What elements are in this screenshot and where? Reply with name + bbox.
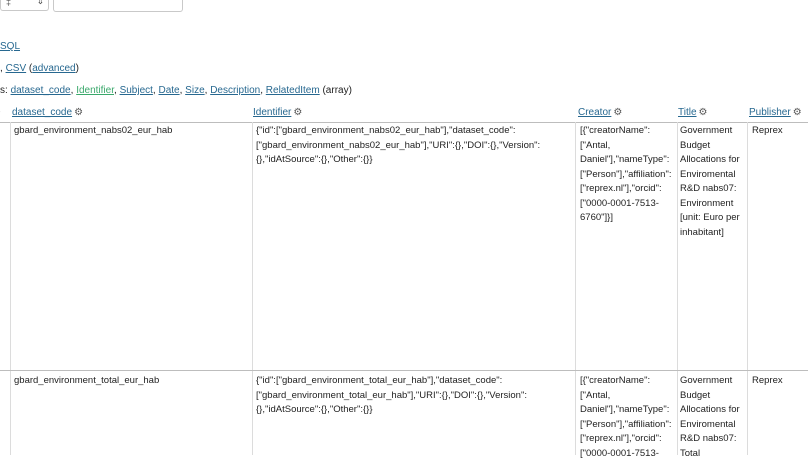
gear-icon[interactable]: ⚙ [74,107,83,118]
column-divider [252,122,253,455]
columns-suffix: (array) [319,85,352,96]
expand-columns-line: s: dataset_code, Identifier, Subject, Da… [0,85,352,96]
column-link-relateditem[interactable]: RelatedItem [266,85,320,96]
csv-link[interactable]: CSV [6,63,27,74]
column-link-size[interactable]: Size [185,85,204,96]
cell-creator: [{"creatorName":["Antal, Daniel"],"nameT… [580,125,672,223]
header-creator[interactable]: Creator ⚙ [578,106,622,120]
columns-prefix: s: [0,85,11,96]
gear-icon[interactable]: ⚙ [293,107,302,118]
cell-publisher: Reprex [752,375,783,386]
column-divider [575,122,576,455]
advanced-link[interactable]: advanced [32,63,75,74]
cell-identifier: {"id":["gbard_environment_nabs02_eur_hab… [256,125,541,165]
column-link-date[interactable]: Date [158,85,179,96]
header-dataset-code[interactable]: dataset_code ⚙ [12,106,83,120]
chevron-updown-icon: ⇕ [36,0,44,6]
cell-dataset-code: gbard_environment_nabs02_eur_hab [14,125,173,136]
column-link-subject[interactable]: Subject [120,85,153,96]
gear-icon[interactable]: ⚙ [699,107,708,118]
header-title[interactable]: Title ⚙ [678,106,708,120]
cell-creator: [{"creatorName":["Antal, Daniel"],"nameT… [580,375,672,459]
advanced-close: ) [75,63,79,74]
filter-input[interactable] [53,0,183,12]
table-header: • dataset_code⚙ Identifier⚙ Creator⚙ Tit… [0,104,808,123]
cell-publisher: Reprex [752,125,783,136]
cell-identifier: {"id":["gbard_environment_total_eur_hab"… [256,375,527,415]
cell-title: Government Budget Allocations for Enviro… [680,375,740,459]
header-publisher[interactable]: Publisher ⚙ [749,106,802,120]
column-link-identifier[interactable]: Identifier [76,85,114,96]
download-line: , CSV (advanced) [0,62,79,76]
column-divider [10,122,11,455]
cell-dataset-code: gbard_environment_total_eur_hab [14,375,160,386]
sql-link[interactable]: SQL [0,41,20,52]
column-divider [747,122,748,455]
gear-icon[interactable]: ⚙ [793,107,802,118]
results-table: • dataset_code⚙ Identifier⚙ Creator⚙ Tit… [0,104,808,459]
row-dot: • [0,106,1,120]
sql-line: SQL [0,40,20,54]
column-link-dataset-code[interactable]: dataset_code [11,85,71,96]
gear-icon[interactable]: ⚙ [613,107,622,118]
page-size-select[interactable]: ‡ ⇕ [0,0,49,11]
column-link-description[interactable]: Description [210,85,260,96]
column-divider [677,122,678,455]
cell-title: Government Budget Allocations for Enviro… [680,125,740,238]
header-identifier[interactable]: Identifier ⚙ [253,106,302,120]
select-glyph: ‡ [6,0,12,7]
row-divider [0,370,808,371]
